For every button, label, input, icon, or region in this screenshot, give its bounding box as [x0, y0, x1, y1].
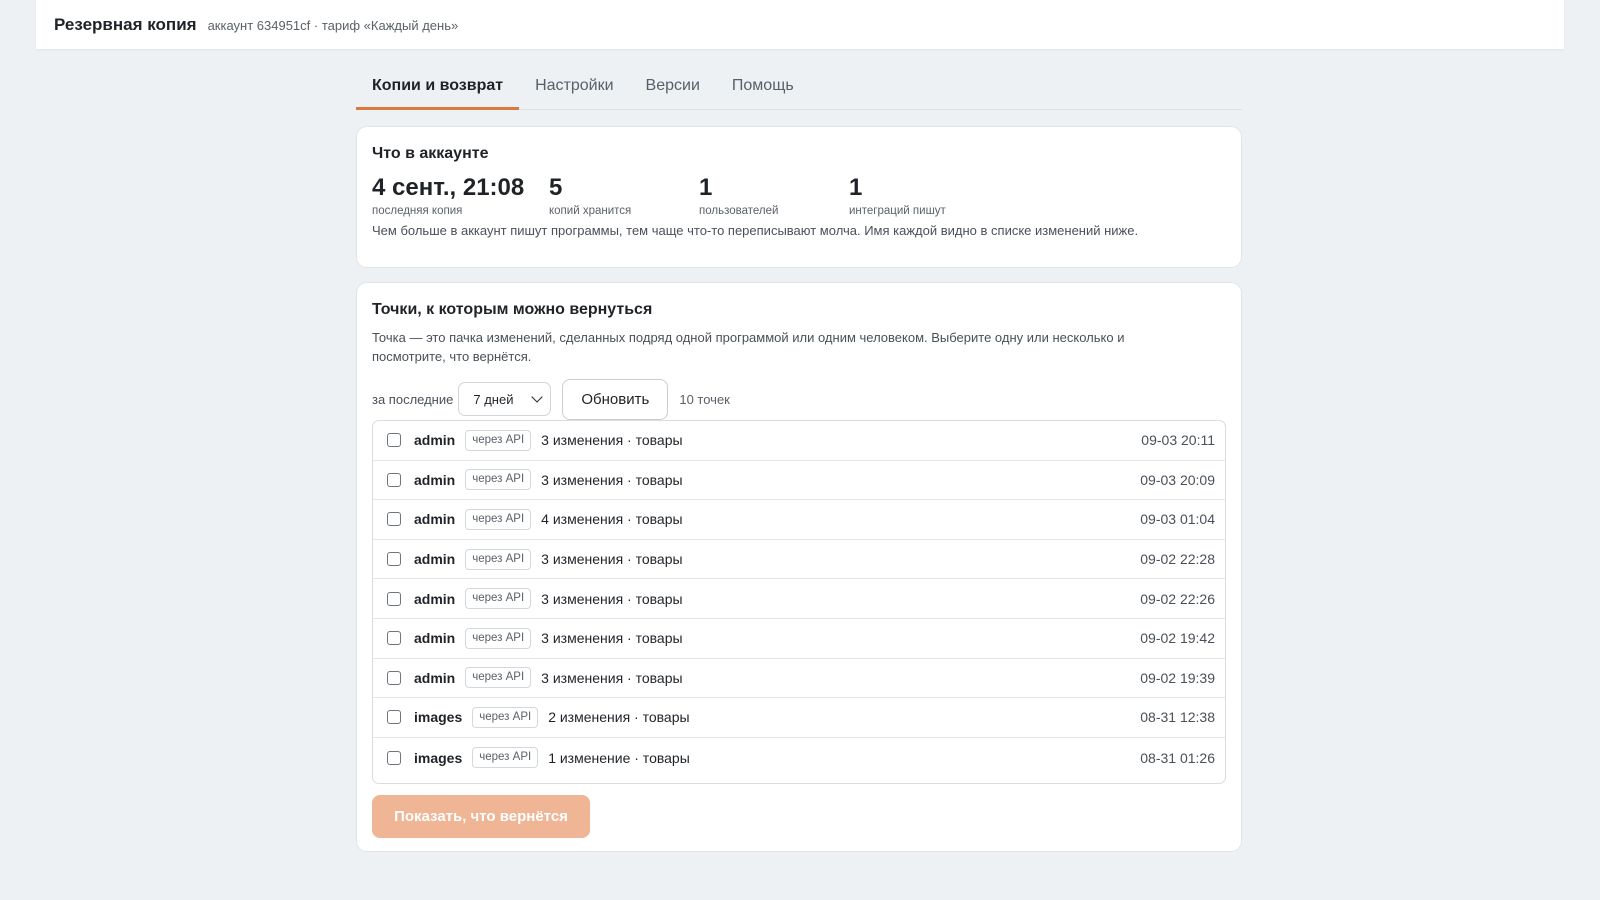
list-item[interactable]: admin через API 3 изменения · товары 09-02 … — [373, 540, 1225, 580]
row-time: 08-31 12:38 — [1140, 709, 1215, 726]
via-badge: через API — [465, 469, 532, 491]
main-content: Копии и возврат Настройки Версии Помощь … — [356, 62, 1242, 852]
row-changes: 3 изменения · товары — [541, 669, 683, 686]
points-description: Точка — это пачка изменений, сделанных п… — [372, 330, 1125, 364]
row-author: admin — [414, 511, 456, 528]
via-badge: через API — [465, 548, 532, 570]
points-title: Точки, к которым можно вернуться — [372, 301, 653, 318]
stat-value: 1 — [699, 174, 713, 201]
stat-label: интеграций пишут — [849, 205, 946, 217]
row-author: admin — [414, 669, 456, 686]
via-badge: через API — [465, 667, 532, 689]
stat-users: 1 пользователей — [699, 174, 849, 217]
period-select[interactable]: 7 дней — [458, 382, 552, 416]
stat-backups-stored: 5 копий хранится — [549, 174, 699, 217]
row-changes: 1 изменение · товары — [548, 749, 690, 766]
via-badge: через API — [465, 627, 532, 649]
row-checkbox[interactable] — [387, 750, 401, 765]
chevron-down-icon — [531, 391, 544, 403]
account-summary-card: Что в аккаунте 4 сент., 21:08 последняя … — [356, 126, 1242, 268]
stat-label: пользователей — [699, 205, 779, 217]
list-item[interactable]: admin через API 3 изменения · товары 09-03 … — [373, 421, 1225, 461]
list-item[interactable]: admin через API 3 изменения · товары 09-02 … — [373, 619, 1225, 659]
stat-value: 5 — [549, 174, 563, 201]
list-item[interactable]: admin через API 3 изменения · товары 09-03 … — [373, 461, 1225, 501]
row-checkbox[interactable] — [387, 710, 401, 725]
row-time: 09-02 19:42 — [1140, 630, 1215, 647]
row-changes: 2 изменения · товары — [548, 709, 690, 726]
app-title: Резервная копия — [54, 14, 197, 34]
summary-title: Что в аккаунте — [372, 145, 489, 162]
list-item[interactable]: admin через API 3 изменения · товары 09-02 … — [373, 659, 1225, 699]
row-author: admin — [414, 630, 456, 647]
stat-value: 1 — [849, 174, 863, 201]
row-time: 08-31 01:26 — [1140, 749, 1215, 766]
restore-points-list: admin через API 3 изменения · товары 09-03 … — [372, 420, 1226, 784]
show-restore-preview-button[interactable]: Показать, что вернётся — [372, 795, 590, 838]
row-changes: 4 изменения · товары — [541, 511, 683, 528]
top-bar: Резервная копия аккаунт 634951cf · тариф… — [36, 0, 1564, 49]
stat-integrations: 1 интеграций пишут — [849, 174, 999, 217]
stat-label: копий хранится — [549, 205, 632, 217]
row-changes: 3 изменения · товары — [541, 432, 683, 449]
row-author: images — [414, 749, 463, 766]
refresh-button[interactable]: Обновить — [562, 378, 669, 420]
via-badge: через API — [465, 429, 532, 451]
row-checkbox[interactable] — [387, 591, 401, 606]
tab-backups-restore[interactable]: Копии и возврат — [356, 62, 520, 110]
stats-row: 4 сент., 21:08 последняя копия 5 копий х… — [372, 174, 1226, 217]
row-checkbox[interactable] — [387, 631, 401, 646]
row-checkbox[interactable] — [387, 670, 401, 685]
row-author: admin — [414, 432, 456, 449]
row-time: 09-02 19:39 — [1140, 669, 1215, 686]
via-badge: через API — [465, 508, 532, 530]
row-changes: 3 изменения · товары — [541, 471, 683, 488]
list-item[interactable]: admin через API 3 изменения · товары 09-02 … — [373, 579, 1225, 619]
row-author: admin — [414, 590, 456, 607]
row-changes: 3 изменения · товары — [541, 551, 683, 568]
via-badge: через API — [465, 588, 532, 610]
row-time: 09-02 22:28 — [1140, 551, 1215, 568]
row-time: 09-02 22:26 — [1140, 590, 1215, 607]
row-author: admin — [414, 551, 456, 568]
stat-value: 4 сент., 21:08 — [372, 174, 525, 201]
tab-bar: Копии и возврат Настройки Версии Помощь — [356, 62, 1242, 110]
filter-row: за последние 7 дней Обновить 10 точек — [372, 378, 1226, 420]
via-badge: через API — [472, 747, 539, 769]
stat-label: последняя копия — [372, 205, 463, 217]
tab-help[interactable]: Помощь — [716, 62, 810, 110]
list-item[interactable]: admin через API 4 изменения · товары 09-03 … — [373, 500, 1225, 540]
row-time: 09-03 20:11 — [1141, 432, 1215, 449]
row-changes: 3 изменения · товары — [541, 630, 683, 647]
row-checkbox[interactable] — [387, 552, 401, 567]
via-badge: через API — [472, 706, 539, 728]
points-count: 10 точек — [679, 391, 730, 407]
account-info: аккаунт 634951cf · тариф «Каждый день» — [207, 17, 459, 33]
row-time: 09-03 01:04 — [1140, 511, 1215, 528]
row-checkbox[interactable] — [387, 512, 401, 527]
row-author: admin — [414, 471, 456, 488]
stat-last-backup: 4 сент., 21:08 последняя копия — [372, 174, 549, 217]
list-item[interactable]: images через API 1 изменение · товары 08-31… — [373, 738, 1225, 778]
row-changes: 3 изменения · товары — [541, 590, 683, 607]
period-selected-value: 7 дней — [473, 391, 514, 407]
row-checkbox[interactable] — [387, 472, 401, 487]
row-time: 09-03 20:09 — [1140, 471, 1215, 488]
row-author: images — [414, 709, 463, 726]
period-label: за последние — [372, 391, 454, 407]
tab-versions[interactable]: Версии — [630, 62, 716, 110]
row-checkbox[interactable] — [387, 433, 401, 448]
restore-points-card: Точки, к которым можно вернуться Точка —… — [356, 282, 1242, 852]
tab-settings[interactable]: Настройки — [519, 62, 629, 110]
summary-note: Чем больше в аккаунт пишут программы, те… — [372, 223, 1139, 238]
list-item[interactable]: images через API 2 изменения · товары 08-31… — [373, 698, 1225, 738]
